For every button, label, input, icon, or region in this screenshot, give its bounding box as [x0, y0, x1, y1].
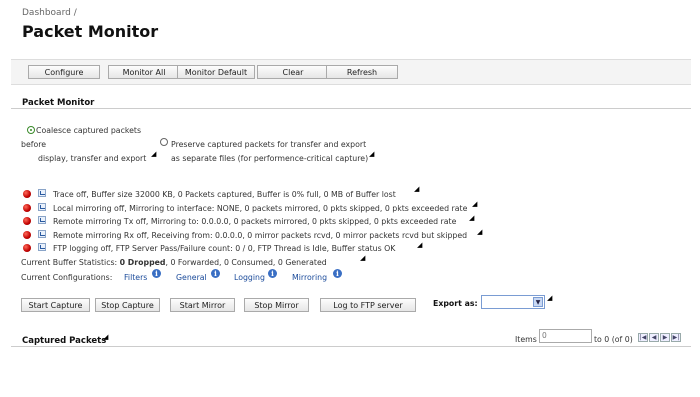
filters-info-icon[interactable]: i: [152, 269, 161, 278]
trace-status: Trace off, Buffer size 32000 KB, 0 Packe…: [53, 190, 396, 199]
prev-page-icon[interactable]: ◀: [649, 333, 659, 342]
tooltip-marker[interactable]: ◢: [547, 294, 552, 302]
tooltip-marker[interactable]: ◢: [151, 150, 156, 158]
captured-packets-title: Captured Packets: [22, 336, 107, 346]
page-title: Packet Monitor: [22, 22, 159, 41]
monitor-all-button[interactable]: Monitor All: [108, 65, 180, 79]
breadcrumb[interactable]: Dashboard /: [22, 8, 77, 18]
mirroring-info-icon[interactable]: i: [333, 269, 342, 278]
status-off-icon: [23, 217, 31, 225]
stop-mirror-button[interactable]: Stop Mirror: [244, 298, 309, 312]
coalesce-label-cont: before: [21, 140, 47, 149]
section-title: Packet Monitor: [22, 98, 95, 108]
toolbar: Configure Monitor All Monitor Default Cl…: [11, 59, 691, 85]
tooltip-marker[interactable]: ◢: [414, 185, 419, 193]
export-label: Export as:: [433, 299, 478, 308]
preserve-label-cont: as separate files (for performence-criti…: [171, 154, 369, 163]
stop-capture-button[interactable]: Stop Capture: [95, 298, 160, 312]
log-ftp-button[interactable]: Log to FTP server: [320, 298, 416, 312]
section-divider: [11, 108, 691, 109]
status-off-icon: [23, 190, 31, 198]
items-range: to 0 (of 0): [594, 335, 633, 344]
tooltip-marker[interactable]: ◢: [369, 150, 374, 158]
chart-icon[interactable]: [38, 243, 46, 251]
last-page-icon[interactable]: ▶|: [671, 333, 681, 342]
buffer-stats-rest: , 0 Forwarded, 0 Consumed, 0 Generated: [165, 258, 327, 267]
tooltip-marker[interactable]: ◢: [472, 200, 477, 208]
dropped-count: 0 Dropped: [119, 258, 166, 267]
items-label: Items: [515, 335, 537, 344]
tooltip-marker[interactable]: ◢: [360, 254, 365, 262]
coalesce-label-cont2: display, transfer and export: [38, 154, 147, 163]
clear-button[interactable]: Clear: [257, 65, 329, 79]
configs-label: Current Configurations:: [21, 273, 113, 282]
configure-button[interactable]: Configure: [28, 65, 100, 79]
bottom-divider: [11, 346, 691, 347]
refresh-button[interactable]: Refresh: [326, 65, 398, 79]
buffer-stats: Current Buffer Statistics: 0 Dropped, 0 …: [21, 258, 327, 267]
local-mirroring-status: Local mirroring off, Mirroring to interf…: [53, 204, 468, 213]
logging-link[interactable]: Logging: [234, 273, 265, 282]
items-input[interactable]: 0: [539, 329, 592, 343]
tooltip-marker[interactable]: ◢: [417, 241, 422, 249]
filters-link[interactable]: Filters: [124, 273, 147, 282]
status-off-icon: [23, 231, 31, 239]
start-mirror-button[interactable]: Start Mirror: [170, 298, 235, 312]
chart-icon[interactable]: [38, 189, 46, 197]
general-link[interactable]: General: [176, 273, 207, 282]
buffer-stats-label: Current Buffer Statistics:: [21, 258, 118, 267]
start-capture-button[interactable]: Start Capture: [21, 298, 90, 312]
general-info-icon[interactable]: i: [211, 269, 220, 278]
coalesce-radio[interactable]: [27, 126, 35, 134]
preserve-label: Preserve captured packets for transfer a…: [171, 140, 367, 149]
tooltip-marker[interactable]: ◢: [477, 228, 482, 236]
next-page-icon[interactable]: ▶: [660, 333, 670, 342]
mirroring-link[interactable]: Mirroring: [292, 273, 327, 282]
logging-info-icon[interactable]: i: [268, 269, 277, 278]
coalesce-label: Coalesce captured packets: [36, 126, 142, 135]
chart-icon[interactable]: [38, 203, 46, 211]
status-off-icon: [23, 204, 31, 212]
ftp-status: FTP logging off, FTP Server Pass/Failure…: [53, 244, 396, 253]
remote-rx-status: Remote mirroring Rx off, Receiving from:…: [53, 231, 468, 240]
export-select[interactable]: ▼: [481, 295, 545, 309]
chart-icon[interactable]: [38, 230, 46, 238]
first-page-icon[interactable]: |◀: [638, 333, 648, 342]
tooltip-marker[interactable]: ◢: [469, 214, 474, 222]
chart-icon[interactable]: [38, 216, 46, 224]
status-off-icon: [23, 244, 31, 252]
preserve-radio[interactable]: [160, 138, 168, 146]
tooltip-marker[interactable]: ◢: [103, 333, 108, 341]
remote-tx-status: Remote mirroring Tx off, Mirroring to: 0…: [53, 217, 457, 226]
chevron-down-icon[interactable]: ▼: [533, 297, 543, 307]
monitor-default-button[interactable]: Monitor Default: [177, 65, 255, 79]
